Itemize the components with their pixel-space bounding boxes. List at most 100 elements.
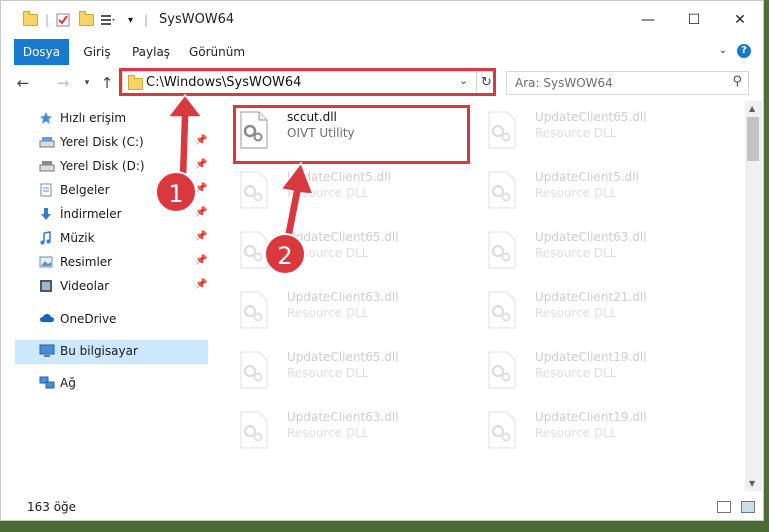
close-button[interactable]: ✕ xyxy=(717,1,763,39)
details-view-icon[interactable] xyxy=(717,501,731,513)
sidebar-item-videos[interactable]: Videolar 📌 xyxy=(15,275,208,297)
status-bar: 163 öğe xyxy=(1,491,763,520)
sidebar-item-music[interactable]: Müzik 📌 xyxy=(15,227,208,249)
file-name: UpdateClient63.dll xyxy=(287,410,399,424)
ribbon-tabs: Dosya Giriş Paylaş Görünüm ⌄ ? xyxy=(1,39,763,97)
video-icon xyxy=(39,279,53,293)
sidebar-item-label: İndirmeler xyxy=(60,207,122,221)
sidebar-item-label: Videolar xyxy=(60,279,110,293)
pin-icon: 📌 xyxy=(195,207,208,218)
help-icon[interactable]: ? xyxy=(737,44,751,58)
sidebar-item-quick-access[interactable]: Hızlı erişim xyxy=(15,107,208,129)
window-title: SysWOW64 xyxy=(159,12,235,27)
file-item[interactable]: UpdateClient65.dll Resource DLL xyxy=(463,101,693,159)
sidebar-item-label: Ağ xyxy=(60,376,76,390)
forward-icon[interactable]: → xyxy=(53,73,73,93)
back-icon[interactable]: ← xyxy=(13,73,33,93)
sidebar-item-label: Bu bilgisayar xyxy=(60,344,138,358)
recent-locations-icon[interactable]: ▾ xyxy=(81,73,93,93)
sidebar-item-label: OneDrive xyxy=(60,312,117,326)
tab-gorunum[interactable]: Görünüm xyxy=(185,39,249,65)
file-description: Resource DLL xyxy=(535,306,617,320)
sidebar-item-label: Resimler xyxy=(60,255,113,269)
drive-icon xyxy=(39,135,55,149)
file-name: UpdateClient19.dll xyxy=(535,350,647,364)
documents-icon xyxy=(39,183,53,197)
tab-paylas[interactable]: Paylaş xyxy=(126,39,176,65)
desktop-background xyxy=(764,0,769,532)
tiles-view-icon[interactable] xyxy=(741,501,755,513)
file-name: UpdateClient21.dll xyxy=(535,290,647,304)
file-item[interactable]: UpdateClient65.dll Resource DLL xyxy=(215,221,445,279)
file-description: Resource DLL xyxy=(535,186,617,200)
sidebar-item-pictures[interactable]: Resimler 📌 xyxy=(15,251,208,273)
file-description: Resource DLL xyxy=(287,306,369,320)
address-highlight-box xyxy=(119,68,496,96)
sidebar-item-label: Yerel Disk (C:) xyxy=(60,135,144,149)
maximize-button[interactable]: ☐ xyxy=(671,1,717,39)
item-count: 163 öğe xyxy=(27,500,77,514)
file-description: Resource DLL xyxy=(287,186,369,200)
dll-file-icon xyxy=(488,351,516,389)
file-name: UpdateClient5.dll xyxy=(287,170,391,184)
file-highlight-box xyxy=(233,105,470,164)
computer-icon xyxy=(39,344,55,358)
file-name: UpdateClient63.dll xyxy=(535,230,647,244)
dll-file-icon xyxy=(240,291,268,329)
scroll-down-icon[interactable]: ▼ xyxy=(749,479,755,488)
scroll-thumb[interactable] xyxy=(747,117,759,161)
vertical-scrollbar[interactable]: ▲ ▼ xyxy=(745,101,762,491)
file-item[interactable]: UpdateClient63.dll Resource DLL xyxy=(463,221,693,279)
properties-icon[interactable] xyxy=(56,12,70,28)
file-item[interactable]: UpdateClient5.dll Resource DLL xyxy=(463,161,693,219)
file-item[interactable]: UpdateClient21.dll Resource DLL xyxy=(463,281,693,339)
ribbon-expand-icon[interactable]: ⌄ xyxy=(719,45,727,56)
sidebar-item-network[interactable]: Ağ xyxy=(15,372,208,394)
sidebar-item-label: Müzik xyxy=(60,231,95,245)
file-description: Resource DLL xyxy=(535,366,617,380)
pin-icon: 📌 xyxy=(195,135,208,146)
cloud-icon xyxy=(39,312,54,326)
explorer-window: | ▾ | SysWOW64 — ☐ ✕ Dosya Giriş Paylaş … xyxy=(0,0,764,521)
search-input[interactable]: Ara: SysWOW64 ⚲ xyxy=(506,71,749,95)
file-name: UpdateClient63.dll xyxy=(287,290,399,304)
desktop-background xyxy=(0,521,769,532)
up-icon[interactable]: ↑ xyxy=(99,73,115,93)
tab-giris[interactable]: Giriş xyxy=(76,39,118,65)
step-1-badge: 1 xyxy=(155,171,197,213)
sidebar-item-label: Belgeler xyxy=(60,183,110,197)
file-description: Resource DLL xyxy=(535,126,617,140)
music-icon xyxy=(39,231,53,245)
customize-toolbar-icon[interactable]: ▾ xyxy=(128,12,133,28)
sidebar-item-label: Hızlı erişim xyxy=(60,111,127,125)
dll-file-icon xyxy=(240,351,268,389)
file-description: Resource DLL xyxy=(535,426,617,440)
sidebar-item-onedrive[interactable]: OneDrive xyxy=(15,308,208,330)
file-name: UpdateClient19.dll xyxy=(535,410,647,424)
file-item[interactable]: UpdateClient65.dll Resource DLL xyxy=(215,341,445,399)
dll-file-icon xyxy=(488,171,516,209)
dll-file-icon xyxy=(488,291,516,329)
file-item[interactable]: UpdateClient19.dll Resource DLL xyxy=(463,401,693,459)
file-name: UpdateClient65.dll xyxy=(287,350,399,364)
minimize-button[interactable]: — xyxy=(625,1,671,39)
separator: | xyxy=(45,13,50,27)
new-folder-icon[interactable] xyxy=(79,11,94,28)
file-item[interactable]: UpdateClient63.dll Resource DLL xyxy=(215,281,445,339)
star-icon xyxy=(39,111,53,125)
dll-file-icon xyxy=(240,171,268,209)
file-item[interactable]: UpdateClient63.dll Resource DLL xyxy=(215,401,445,459)
sidebar-item-label: Yerel Disk (D:) xyxy=(60,159,145,173)
folder-icon xyxy=(23,11,38,28)
file-item[interactable]: UpdateClient5.dll Resource DLL xyxy=(215,161,445,219)
sidebar-item-disk-c[interactable]: Yerel Disk (C:) 📌 xyxy=(15,131,208,153)
sidebar-item-this-pc[interactable]: Bu bilgisayar xyxy=(15,340,208,364)
drive-icon xyxy=(39,159,55,173)
pin-icon: 📌 xyxy=(195,231,208,242)
pin-icon: 📌 xyxy=(195,255,208,266)
view-options-icon[interactable] xyxy=(100,12,116,28)
file-name: UpdateClient65.dll xyxy=(535,110,647,124)
file-item[interactable]: UpdateClient19.dll Resource DLL xyxy=(463,341,693,399)
scroll-up-icon[interactable]: ▲ xyxy=(749,104,755,113)
pictures-icon xyxy=(39,255,53,269)
